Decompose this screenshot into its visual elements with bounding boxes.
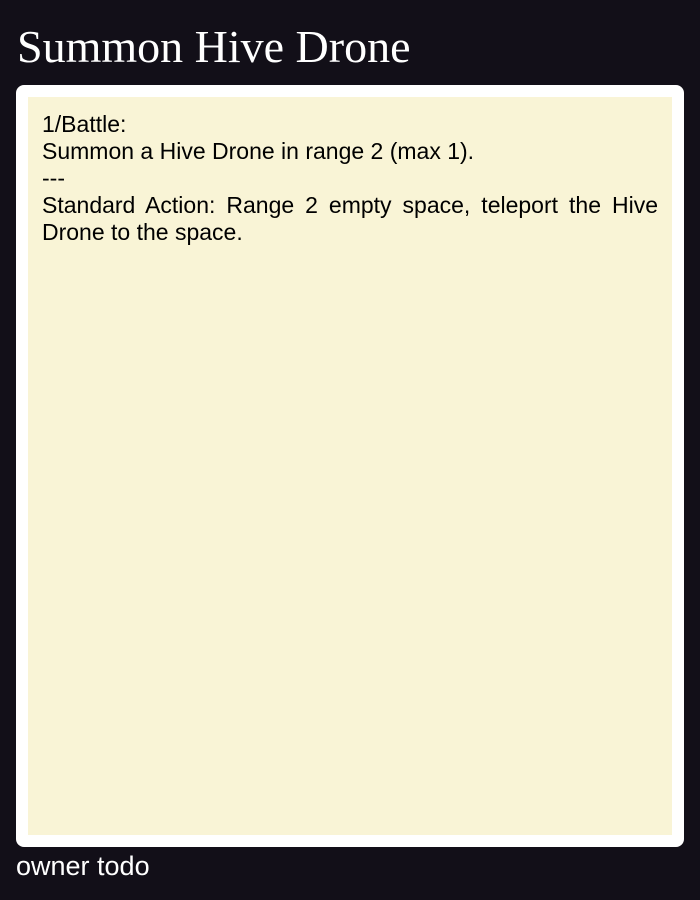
- card-frame: 1/Battle: Summon a Hive Drone in range 2…: [16, 85, 684, 847]
- card-text: 1/Battle: Summon a Hive Drone in range 2…: [42, 111, 658, 246]
- card-body: 1/Battle: Summon a Hive Drone in range 2…: [28, 97, 672, 835]
- card-owner: owner todo: [16, 851, 150, 881]
- card-separator: ---: [42, 165, 65, 191]
- card-action: Standard Action: Range 2 empty space, te…: [42, 192, 658, 245]
- card-frequency: 1/Battle:: [42, 111, 127, 137]
- card-effect: Summon a Hive Drone in range 2 (max 1).: [42, 138, 475, 164]
- card-title: Summon Hive Drone: [17, 21, 411, 72]
